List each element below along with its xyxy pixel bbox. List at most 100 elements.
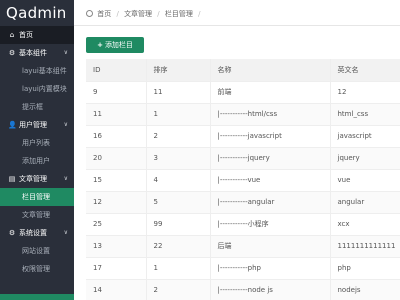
cell-sort: 2	[145, 279, 210, 300]
cell-id: 20	[86, 147, 146, 170]
cell-english-name: 12	[329, 81, 400, 104]
sidebar-subitem[interactable]: 文章管理	[0, 206, 74, 224]
sidebar-subitem[interactable]: 网站设置	[0, 242, 74, 260]
cell-id: 13	[86, 235, 146, 258]
cell-name: |-----------vue	[209, 169, 330, 192]
cell-english-name: html_css	[329, 103, 400, 126]
cell-name: |-----------php	[209, 257, 330, 280]
cell-name: 前端	[209, 81, 330, 104]
header-id: ID	[86, 59, 146, 82]
app-logo: Qadmin	[6, 4, 67, 22]
cell-sort: 2	[145, 125, 210, 148]
table-row[interactable]: 16 2 |-----------javascript javascript	[86, 125, 400, 148]
breadcrumb-articles[interactable]: 文章管理	[124, 10, 152, 18]
location-icon	[86, 10, 93, 17]
sidebar-subitem[interactable]: 权限管理	[0, 260, 74, 278]
cell-name: |-----------小程序	[209, 213, 330, 236]
sidebar-bottom-bar	[0, 294, 74, 300]
cell-english-name: 1111111111111	[329, 235, 400, 258]
table-header-row: ID 排序 名称 英文名	[86, 59, 400, 82]
column-table: ID 排序 名称 英文名 9 11 前端 12 11 1 |-----------html/…	[86, 59, 400, 300]
chevron-down-icon: ∨	[63, 121, 68, 128]
table-row[interactable]: 13 22 后端 1111111111111	[86, 235, 400, 258]
add-column-label: 添加栏目	[104, 41, 133, 49]
cell-sort: 4	[145, 169, 210, 192]
sidebar-item[interactable]: ⚙ 系统设置 ∨	[0, 224, 74, 242]
plus-icon: +	[97, 41, 103, 49]
cell-sort: 22	[145, 235, 210, 258]
cell-name: 后端	[209, 235, 330, 258]
cell-id: 14	[86, 279, 146, 300]
cell-sort: 1	[145, 257, 210, 280]
table-row[interactable]: 17 1 |-----------php php	[86, 257, 400, 280]
sidebar-nav: ⌂ 首页 ⚙ 基本组件 ∨ layui基本组件 layui内置模块 提示框 👤 用户管理 ∨ 用户列表…	[0, 26, 74, 278]
table-row[interactable]: 9 11 前端 12	[86, 81, 400, 104]
cell-id: 17	[86, 257, 146, 280]
cell-id: 15	[86, 169, 146, 192]
sidebar-item[interactable]: ▤ 文章管理 ∨	[0, 170, 74, 188]
sidebar-subitem[interactable]: 提示框	[0, 98, 74, 116]
cell-name: |-----------jquery	[209, 147, 330, 170]
cell-name: |-----------angular	[209, 191, 330, 214]
sidebar-item-label: 提示框	[22, 103, 43, 111]
breadcrumb-separator: /	[157, 10, 160, 18]
breadcrumb-home[interactable]: 首页	[97, 10, 111, 18]
cell-name: |-----------node js	[209, 279, 330, 300]
sidebar-item-label: 基本组件	[19, 49, 47, 57]
main-content: + 添加栏目 ID 排序 名称 英文名 9 11 前端 12 11 1 |----------…	[74, 26, 400, 300]
cell-id: 9	[86, 81, 146, 104]
cell-id: 12	[86, 191, 146, 214]
home-icon: ⌂	[9, 31, 15, 39]
sidebar-subitem[interactable]: 栏目管理	[0, 188, 74, 206]
table-body: 9 11 前端 12 11 1 |-----------html/css html_css 16…	[86, 81, 400, 300]
sidebar-item-label: 文章管理	[22, 211, 50, 219]
table-row[interactable]: 15 4 |-----------vue vue	[86, 169, 400, 192]
sidebar-subitem[interactable]: 用户列表	[0, 134, 74, 152]
article-icon: ▤	[8, 175, 16, 183]
breadcrumb-separator: /	[116, 10, 119, 18]
sidebar-item-label: 用户列表	[22, 139, 50, 147]
sidebar-item[interactable]: ⌂ 首页	[0, 26, 74, 44]
sidebar-item[interactable]: 👤 用户管理 ∨	[0, 116, 74, 134]
sidebar-item-label: 网站设置	[22, 247, 50, 255]
cell-english-name: nodejs	[329, 279, 400, 300]
cell-english-name: angular	[329, 191, 400, 214]
sidebar: Qadmin ⌂ 首页 ⚙ 基本组件 ∨ layui基本组件 layui内置模块 提示框 👤 用户…	[0, 0, 74, 300]
sidebar-item-label: 添加用户	[22, 157, 50, 165]
cell-english-name: vue	[329, 169, 400, 192]
add-column-button[interactable]: + 添加栏目	[86, 37, 144, 53]
grid-icon: ⚙	[8, 49, 16, 57]
table-row[interactable]: 11 1 |-----------html/css html_css	[86, 103, 400, 126]
cell-english-name: php	[329, 257, 400, 280]
cell-id: 16	[86, 125, 146, 148]
sidebar-subitem[interactable]: layui内置模块	[0, 80, 74, 98]
sidebar-item-label: 权限管理	[22, 265, 50, 273]
header-name: 名称	[209, 59, 330, 82]
sidebar-item-label: layui内置模块	[22, 85, 67, 93]
sidebar-item[interactable]: ⚙ 基本组件 ∨	[0, 44, 74, 62]
user-icon: 👤	[8, 121, 17, 129]
sidebar-item-label: 首页	[19, 31, 33, 39]
sidebar-subitem[interactable]: 添加用户	[0, 152, 74, 170]
cell-sort: 99	[145, 213, 210, 236]
breadcrumb: 首页 / 文章管理 / 栏目管理 /	[86, 9, 203, 19]
table-row[interactable]: 20 3 |-----------jquery jquery	[86, 147, 400, 170]
cell-id: 25	[86, 213, 146, 236]
chevron-down-icon: ∨	[63, 49, 68, 56]
settings-icon: ⚙	[8, 229, 16, 237]
cell-id: 11	[86, 103, 146, 126]
table-row[interactable]: 14 2 |-----------node js nodejs	[86, 279, 400, 300]
cell-sort: 11	[145, 81, 210, 104]
sidebar-item-label: 系统设置	[19, 229, 47, 237]
sidebar-item-label: 栏目管理	[22, 193, 50, 201]
cell-sort: 3	[145, 147, 210, 170]
cell-english-name: xcx	[329, 213, 400, 236]
table-row[interactable]: 12 5 |-----------angular angular	[86, 191, 400, 214]
sidebar-item-label: layui基本组件	[22, 67, 67, 75]
cell-english-name: jquery	[329, 147, 400, 170]
cell-sort: 1	[145, 103, 210, 126]
table-row[interactable]: 25 99 |-----------小程序 xcx	[86, 213, 400, 236]
sidebar-subitem[interactable]: layui基本组件	[0, 62, 74, 80]
sidebar-item-label: 文章管理	[19, 175, 47, 183]
breadcrumb-current: 栏目管理	[164, 10, 193, 18]
